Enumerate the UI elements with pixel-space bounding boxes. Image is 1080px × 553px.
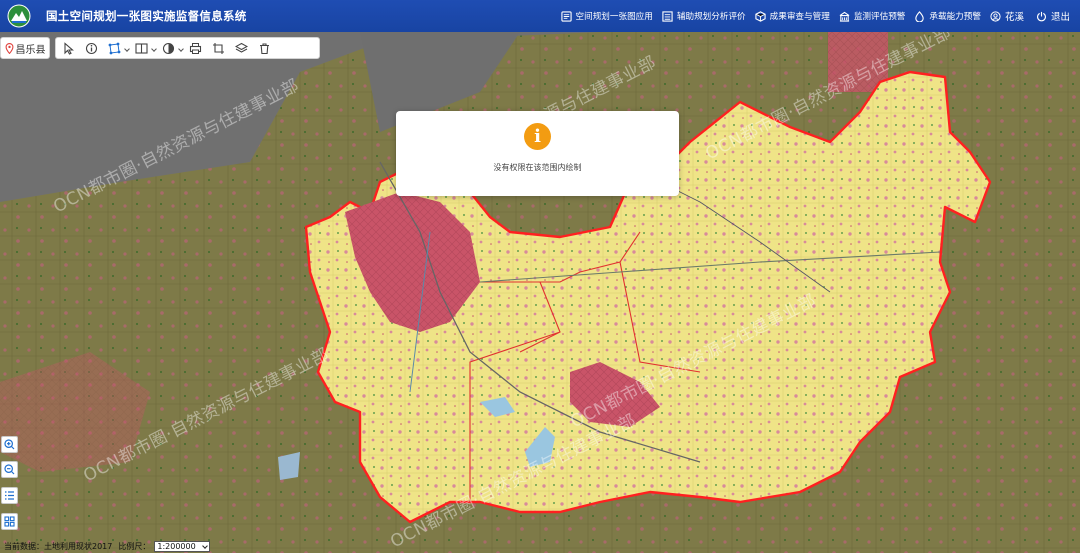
region-selector-button[interactable]: 昌乐县: [0, 37, 50, 59]
layer-list-button[interactable]: [1, 487, 18, 504]
draw-tool-dropdown[interactable]: [108, 42, 121, 55]
zoom-in-icon: [4, 439, 15, 450]
list-icon: [662, 10, 673, 22]
grid-view-button[interactable]: [1, 513, 18, 530]
map-book-icon: [560, 10, 572, 22]
top-nav: 空间规划一张图应用 辅助规划分析评价 成果审查与管理 监测评估预警 承载能力预警…: [552, 0, 1070, 32]
scale-select[interactable]: 1:200000: [154, 541, 211, 552]
nav-review-label: 成果审查与管理: [769, 12, 830, 22]
zoom-out-button[interactable]: [1, 461, 18, 478]
zoom-in-button[interactable]: [1, 436, 18, 453]
clear-tool[interactable]: [258, 42, 271, 55]
pointer-icon: [64, 41, 74, 55]
nav-review[interactable]: 成果审查与管理: [755, 0, 830, 32]
nav-analysis[interactable]: 辅助规划分析评价: [662, 0, 746, 32]
grid-icon: [4, 516, 15, 527]
layers-icon: [235, 42, 248, 53]
map-toolbar: [55, 37, 320, 59]
split-view-dropdown[interactable]: [135, 42, 148, 55]
cube-icon: [755, 10, 766, 22]
trash-icon: [260, 42, 269, 54]
current-data-label: 当前数据：: [4, 542, 44, 551]
user-name: 花溪: [1004, 12, 1024, 23]
current-data-value: 土地利用现状2017: [44, 542, 113, 551]
crop-tool[interactable]: [212, 42, 225, 55]
swipe-tool-dropdown[interactable]: [162, 42, 175, 55]
power-icon: [1037, 11, 1046, 21]
app-logo-icon: [7, 4, 31, 28]
crop-icon: [213, 42, 224, 54]
zoom-out-icon: [4, 464, 15, 475]
nav-analysis-label: 辅助规划分析评价: [676, 12, 746, 22]
split-screen-icon: [135, 42, 148, 54]
app-title: 国土空间规划一张图实施监督信息系统: [46, 9, 247, 23]
scale-value: 1:200000: [157, 542, 196, 551]
list-icon: [5, 491, 14, 500]
print-tool[interactable]: [189, 42, 202, 55]
chevron-down-icon: [202, 542, 209, 549]
identify-tool[interactable]: [85, 42, 98, 55]
draw-polygon-icon: [108, 42, 121, 54]
info-icon: i: [524, 123, 551, 150]
user-menu[interactable]: 花溪: [990, 0, 1024, 32]
logout-button[interactable]: 退出: [1036, 0, 1070, 32]
printer-icon: [189, 42, 202, 54]
alert-dialog: i 没有权限在该范围内绘制: [396, 111, 679, 196]
scale-label: 比例尺：: [118, 542, 151, 551]
location-pin-icon: [5, 42, 13, 54]
layers-tool[interactable]: [235, 42, 248, 55]
nav-planning-map[interactable]: 空间规划一张图应用: [560, 0, 653, 32]
region-label: 昌乐县: [15, 44, 46, 56]
user-icon: [990, 10, 1001, 22]
info-circle-icon: [85, 42, 98, 54]
nav-monitoring-label: 监测评估预警: [853, 12, 906, 22]
select-tool[interactable]: [62, 41, 75, 55]
nav-planning-map-label: 空间规划一张图应用: [575, 12, 653, 22]
contrast-icon: [162, 42, 175, 54]
nav-capacity[interactable]: 承载能力预警: [914, 0, 981, 32]
app-header: 国土空间规划一张图实施监督信息系统 空间规划一张图应用 辅助规划分析评价 成果审…: [0, 0, 1080, 32]
nav-capacity-label: 承载能力预警: [929, 12, 981, 22]
nav-monitoring[interactable]: 监测评估预警: [839, 0, 906, 32]
drop-icon: [915, 10, 925, 22]
building-icon: [839, 11, 850, 22]
status-bar: 当前数据： 土地利用现状2017 比例尺： 1:200000: [4, 540, 211, 553]
logout-label: 退出: [1050, 12, 1070, 23]
alert-message: 没有权限在该范围内绘制: [493, 163, 582, 172]
